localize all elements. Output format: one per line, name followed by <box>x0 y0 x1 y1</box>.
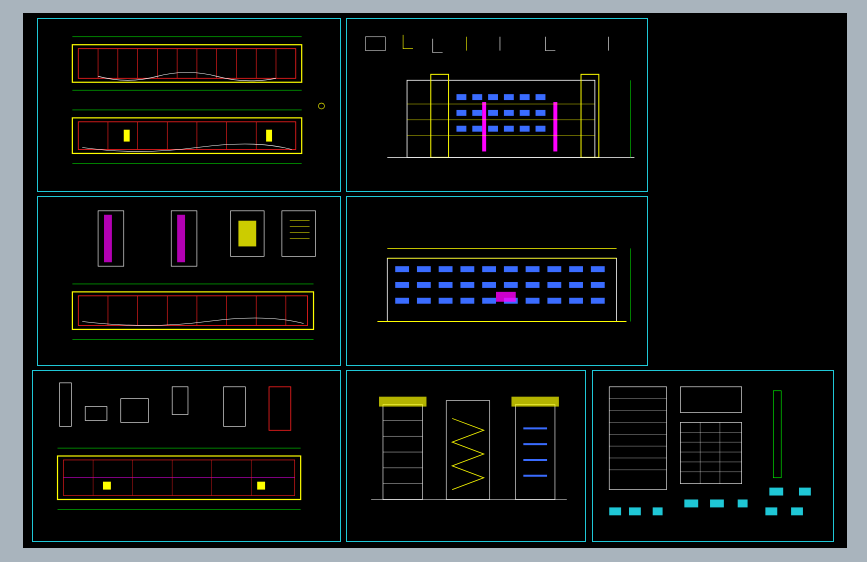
roof-plan-details-drawing <box>56 382 302 510</box>
front-elevation-drawing <box>365 34 635 158</box>
sheet-details-and-plan[interactable] <box>37 196 341 366</box>
drawing-canvas[interactable] <box>23 13 847 548</box>
floor-plans-drawing <box>71 36 325 164</box>
sheet-sections[interactable] <box>346 370 586 542</box>
sheet-floor-plans[interactable] <box>37 18 341 192</box>
sheet-rear-elevation[interactable] <box>346 196 648 366</box>
rear-elevation-drawing <box>377 247 631 323</box>
sheet-front-elevation[interactable] <box>346 18 648 192</box>
details-and-plan-drawing <box>71 210 316 340</box>
sheet-design-notes[interactable] <box>592 370 834 542</box>
sheet-roof-plan-details[interactable] <box>32 370 341 542</box>
sections-drawing <box>371 396 567 500</box>
design-notes-drawing <box>608 386 811 516</box>
